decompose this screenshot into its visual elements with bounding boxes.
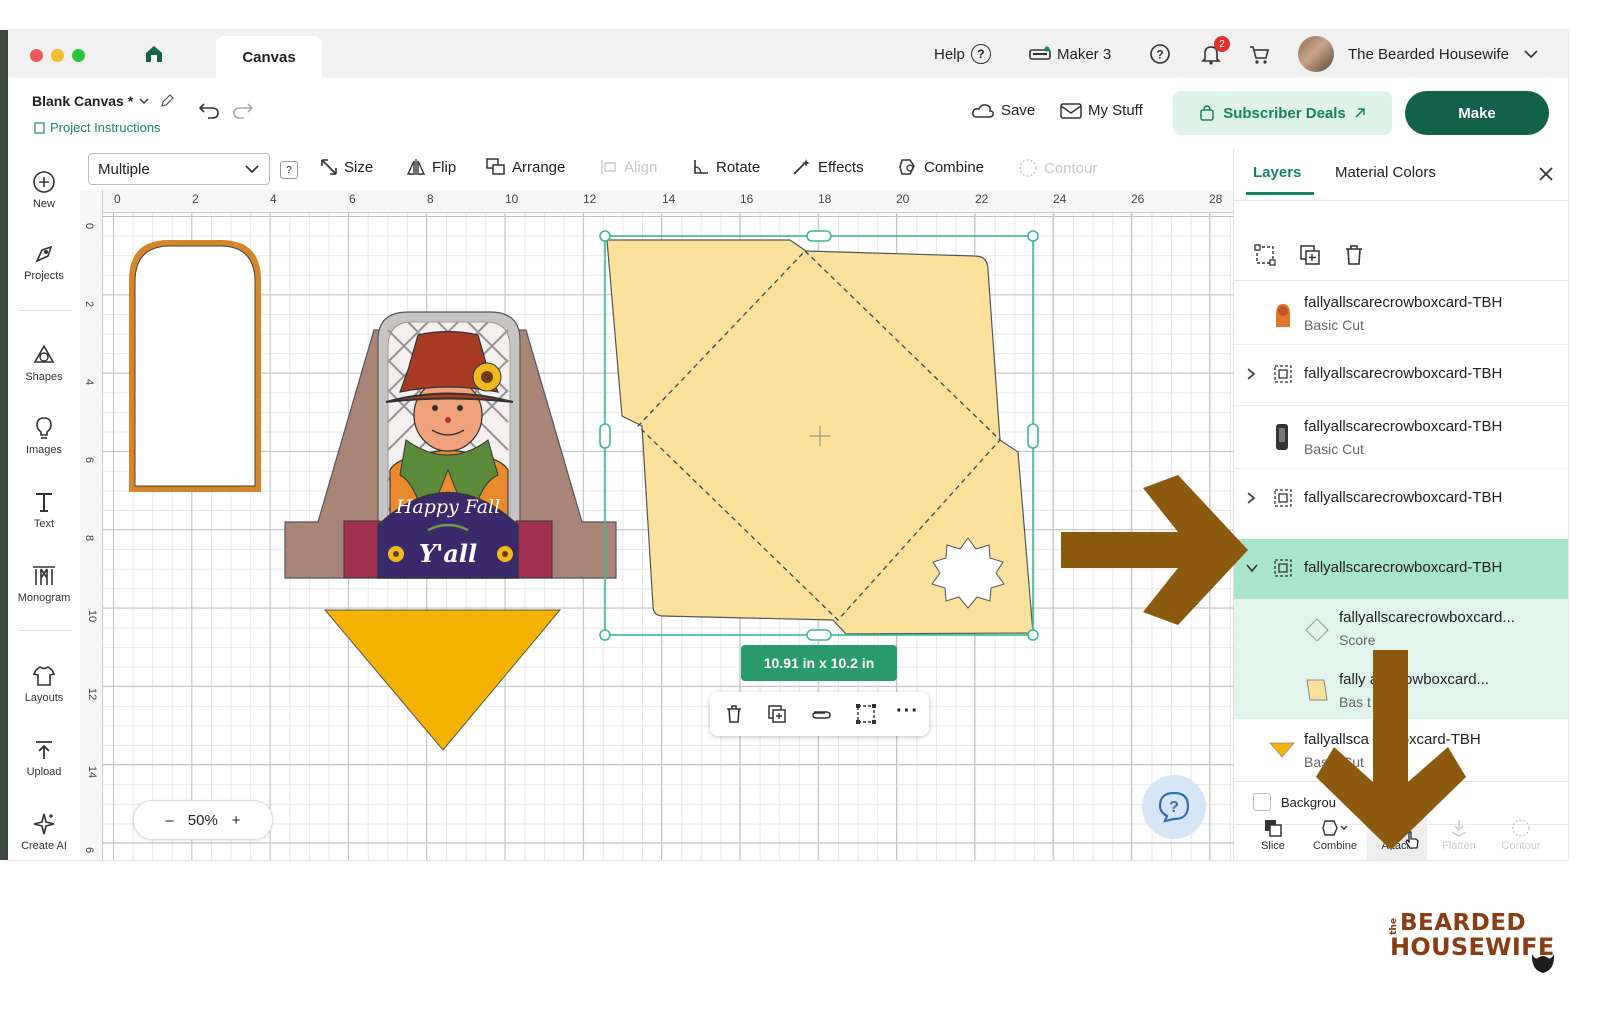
annotation-arrow-right (1061, 475, 1248, 625)
card-text-bottom: Y'all (419, 539, 477, 568)
slice-button[interactable]: Slice (1243, 818, 1303, 852)
tab-material-colors[interactable]: Material Colors (1335, 164, 1436, 181)
make-button[interactable]: Make (1405, 91, 1549, 135)
scarecrow-card[interactable]: Happy Fall Y'all (284, 311, 617, 579)
tag-shape[interactable] (129, 240, 261, 492)
close-icon[interactable] (1537, 165, 1555, 183)
user-name: The Bearded Housewife (1348, 45, 1509, 63)
divider (1234, 200, 1568, 201)
logo-text-top: BEARDED (1400, 910, 1527, 936)
tab-layers[interactable]: Layers (1253, 164, 1301, 181)
beard-icon (1531, 954, 1555, 973)
app-window: Canvas Help ? Maker 3 ? 2 The Bearded Ho… (8, 30, 1568, 860)
layer-row[interactable]: fallyallscarecrowboxcard-TBH (1234, 469, 1568, 529)
external-arrow-icon (1355, 108, 1365, 118)
trash-icon[interactable] (1343, 244, 1365, 266)
chevron-down-icon (1524, 50, 1538, 59)
contour-label: Contour (1501, 840, 1541, 852)
layer-operation: Basic Cut (1304, 441, 1364, 457)
canvas-art-layer: Happy Fall Y'all (129, 230, 1039, 751)
layer-name: fallyallscarecrowboxcard... (1339, 609, 1515, 626)
layer-name: fallyallscarecrowboxcard-TBH (1304, 418, 1503, 435)
layer-name: fallyallscarecrowboxcard-TBH (1304, 294, 1503, 311)
resize-handle[interactable] (599, 629, 611, 641)
layer-thumbnail-dark (1276, 424, 1288, 450)
layer-row[interactable]: fallyallscarecrowboxcard-TBH Basic Cut (1234, 282, 1568, 344)
resize-handle[interactable] (599, 423, 611, 449)
size-badge: 10.91 in x 10.2 in (741, 645, 897, 681)
group-icon[interactable] (1254, 244, 1276, 266)
zoom-in-button[interactable]: + (232, 812, 241, 829)
resize-handle[interactable] (806, 230, 832, 242)
desktop-edge (0, 30, 8, 860)
avatar (1298, 36, 1334, 72)
zoom-control: – 50% + (133, 800, 273, 840)
score-line-icon (1305, 618, 1329, 642)
trash-icon[interactable] (724, 704, 744, 724)
user-menu[interactable]: The Bearded Housewife (1298, 36, 1539, 72)
resize-handle[interactable] (1027, 230, 1039, 242)
card-text-top: Happy Fall (395, 496, 500, 518)
envelope-shape[interactable] (606, 239, 1034, 635)
subscriber-deals-label: Subscriber Deals (1223, 104, 1346, 122)
contour-button[interactable]: Contour (1491, 818, 1551, 852)
group-layer-icon (1274, 559, 1292, 577)
cart-icon (1250, 46, 1270, 64)
bearded-housewife-logo: the BEARDED HOUSEWIFE (1389, 910, 1555, 973)
group-layer-icon (1274, 365, 1292, 383)
group-icon[interactable] (855, 703, 877, 725)
cart-button[interactable] (1248, 42, 1270, 66)
layer-operation: Basic Cut (1304, 317, 1364, 333)
quick-actions-bar: ··· (710, 692, 929, 736)
resize-handle[interactable] (1027, 629, 1039, 641)
resize-handle[interactable] (1027, 423, 1039, 449)
logo-prefix: the (1389, 918, 1399, 935)
divider (1234, 280, 1568, 281)
active-tab-indicator (1246, 192, 1314, 195)
annotation-arrow-down (1316, 650, 1466, 850)
question-bubble-icon: ? (1158, 791, 1190, 823)
layer-thumbnail-scarecrow (1276, 304, 1290, 327)
resize-handle[interactable] (599, 230, 611, 242)
layer-name: fallyallscarecrowboxcard-TBH (1304, 365, 1503, 382)
duplicate-icon[interactable] (1299, 244, 1321, 266)
floating-help-button[interactable]: ? (1142, 775, 1206, 839)
more-options-icon[interactable]: ··· (896, 700, 919, 723)
background-checkbox[interactable] (1253, 793, 1271, 811)
svg-text:?: ? (1169, 799, 1179, 816)
zoom-level: 50% (187, 811, 218, 829)
layer-row[interactable]: fallyallscarecrowboxcard-TBH (1234, 345, 1568, 405)
attach-clip-icon[interactable] (810, 704, 832, 724)
zoom-out-button[interactable]: – (165, 812, 173, 829)
layer-name: fallyallscarecrowboxcard-TBH (1304, 489, 1503, 506)
group-layer-icon (1274, 489, 1292, 507)
triangle-flap-shape[interactable] (323, 609, 562, 751)
layer-name: fallyallscarecrowboxcard-TBH (1304, 559, 1503, 576)
layer-row[interactable]: fallyallscarecrowboxcard-TBH Basic Cut (1234, 406, 1568, 468)
slice-icon (1265, 820, 1282, 837)
slice-label: Slice (1261, 840, 1285, 852)
duplicate-icon[interactable] (767, 704, 787, 724)
contour-icon (1512, 819, 1530, 837)
resize-handle[interactable] (806, 629, 832, 641)
chevron-right-icon[interactable] (1246, 367, 1256, 381)
layer-thumbnail-triangle (1269, 742, 1295, 758)
layer-row-selected[interactable]: fallyallscarecrowboxcard-TBH (1234, 539, 1568, 599)
